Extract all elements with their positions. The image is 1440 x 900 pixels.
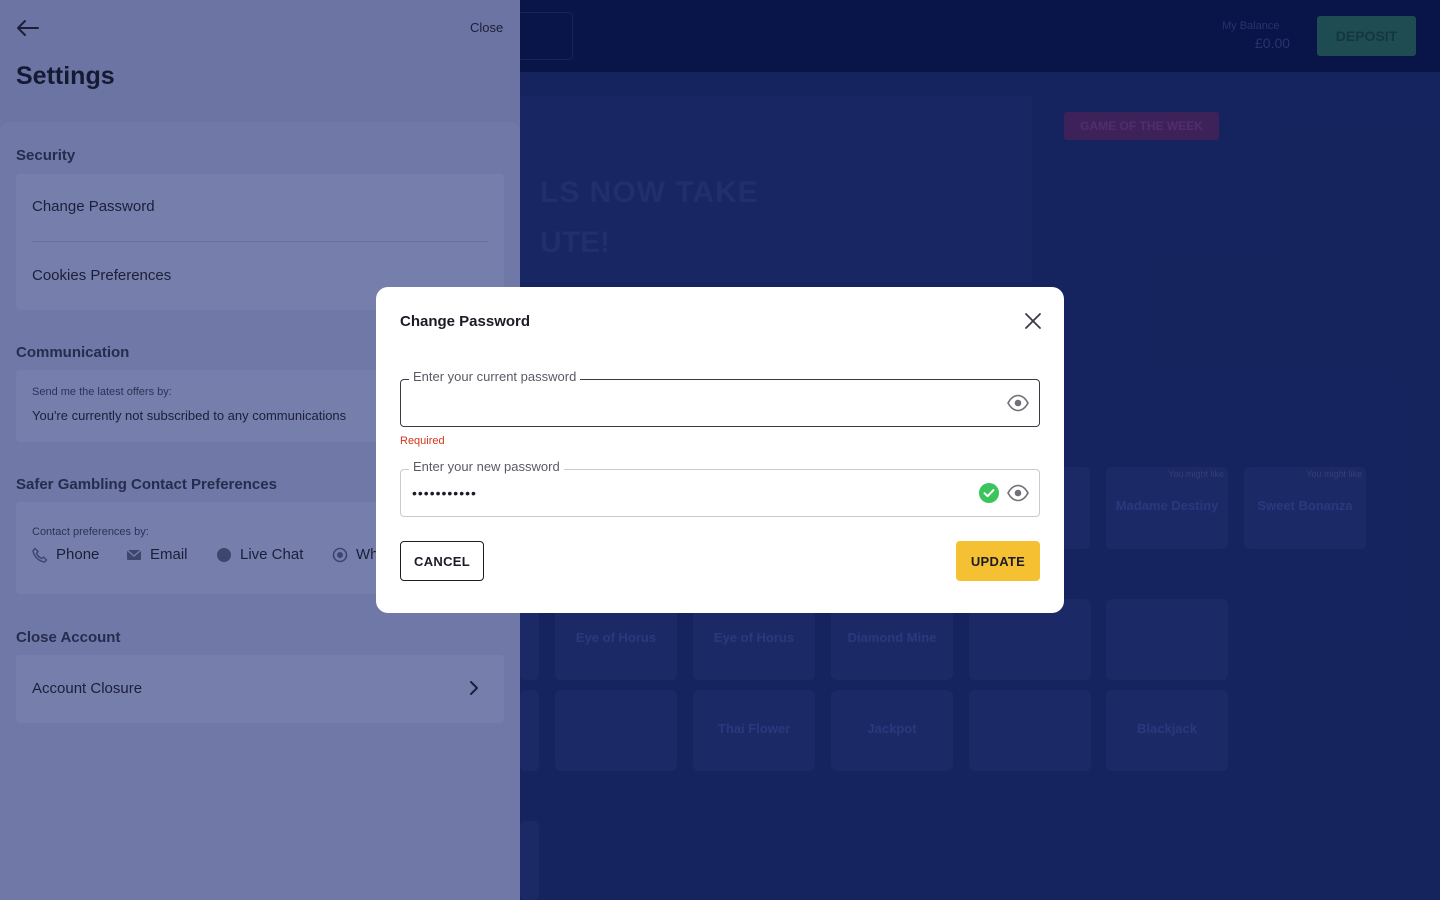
pref-live-chat-label: Live Chat xyxy=(240,546,304,563)
pref-email[interactable]: Email xyxy=(126,546,188,563)
change-password-item[interactable]: Change Password xyxy=(32,198,155,215)
cookies-preferences-item[interactable]: Cookies Preferences xyxy=(32,267,171,284)
account-closure-row[interactable]: Account Closure xyxy=(16,655,504,723)
close-account-heading: Close Account xyxy=(16,629,121,646)
chat-icon xyxy=(216,547,232,563)
required-error: Required xyxy=(400,435,445,447)
chevron-right-icon xyxy=(468,681,480,695)
pref-email-label: Email xyxy=(150,546,188,563)
contact-pref-label: Contact preferences by: xyxy=(32,526,149,538)
new-password-label: Enter your new password xyxy=(409,459,564,474)
page-title: Settings xyxy=(16,62,115,90)
pref-phone[interactable]: Phone xyxy=(32,546,99,563)
communication-heading: Communication xyxy=(16,344,130,361)
update-button[interactable]: UPDATE xyxy=(956,541,1040,581)
check-circle-icon xyxy=(979,483,999,503)
modal-title: Change Password xyxy=(400,313,531,330)
new-password-value[interactable]: ••••••••••• xyxy=(412,485,477,501)
whatsapp-icon xyxy=(332,547,348,563)
communication-status: You're currently not subscribed to any c… xyxy=(32,408,347,423)
pref-phone-label: Phone xyxy=(56,546,100,563)
eye-icon[interactable] xyxy=(1007,484,1029,502)
communication-label: Send me the latest offers by: xyxy=(32,386,172,398)
divider xyxy=(32,241,488,242)
current-password-label: Enter your current password xyxy=(409,369,581,384)
phone-icon xyxy=(32,547,48,563)
close-icon[interactable] xyxy=(1023,311,1043,331)
cancel-button[interactable]: CANCEL xyxy=(400,541,484,581)
new-password-field[interactable]: Enter your new password ••••••••••• xyxy=(400,459,1040,517)
pref-live-chat[interactable]: Live Chat xyxy=(216,546,303,563)
change-password-modal: Change Password Enter your current passw… xyxy=(376,287,1064,613)
email-icon xyxy=(126,547,142,563)
safer-gambling-heading: Safer Gambling Contact Preferences xyxy=(16,476,277,493)
account-closure-label: Account Closure xyxy=(32,680,143,697)
security-heading: Security xyxy=(16,147,76,164)
current-password-field[interactable]: Enter your current password xyxy=(400,369,1040,427)
eye-icon[interactable] xyxy=(1007,394,1029,412)
back-arrow-icon[interactable] xyxy=(14,16,40,40)
drawer-close-link[interactable]: Close xyxy=(470,20,503,35)
